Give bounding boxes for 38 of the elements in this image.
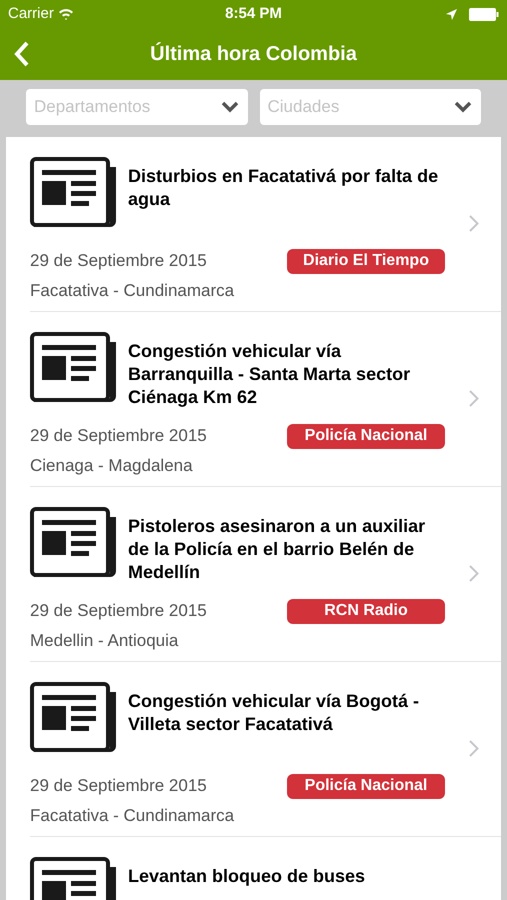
source-tag: RCN Radio bbox=[287, 598, 445, 624]
chevron-right-icon bbox=[469, 740, 479, 757]
newspaper-icon bbox=[30, 682, 118, 752]
wifi-icon bbox=[58, 8, 74, 20]
location-arrow-icon bbox=[446, 8, 457, 20]
news-date: 29 de Septiembre 2015 bbox=[30, 425, 207, 448]
dropdown-chevron-icon bbox=[220, 100, 240, 114]
newspaper-icon bbox=[30, 507, 118, 577]
news-title: Congestión vehicular vía Bogotá - Villeta sector Facatativá bbox=[128, 690, 420, 736]
dropdown-chevron-icon bbox=[453, 100, 473, 114]
screen-title: Última hora Colombia bbox=[150, 41, 357, 67]
news-date: 29 de Septiembre 2015 bbox=[30, 775, 207, 798]
source-tag: Policía Nacional bbox=[287, 424, 445, 448]
news-location: Medellin - Antioquia bbox=[30, 630, 180, 652]
news-location: Facatativa - Cundinamarca bbox=[30, 805, 236, 827]
chevron-right-icon bbox=[469, 390, 479, 407]
news-date: 29 de Septiembre 2015 bbox=[30, 250, 207, 272]
news-item[interactable]: Levantan bloqueo de buses bbox=[30, 837, 501, 900]
source-tag: Diario El Tiempo bbox=[287, 248, 445, 274]
news-location: Facatativa - Cundinamarca bbox=[30, 280, 236, 302]
news-title: Congestión vehicular vía Barranquilla - Santa Marta sector Ciénaga Km 62 bbox=[128, 340, 412, 409]
news-item[interactable]: Pistoleros asesinaron a un auxiliar de la Policía en el barrio Belén de Medellín 29 de Septiembre 2015 RCN Radio Medellin - Antioquia bbox=[30, 487, 501, 662]
news-item[interactable]: Congestión vehicular vía Barranquilla - Santa Marta sector Ciénaga Km 62 29 de Septiembre 2015 Policía Nacional Cienaga - Magdalena bbox=[30, 312, 501, 487]
carrier-label: Carrier bbox=[8, 4, 54, 24]
chevron-right-icon bbox=[469, 565, 479, 582]
news-item[interactable]: Congestión vehicular vía Bogotá - Villeta sector Facatativá 29 de Septiembre 2015 Policía Nacional Facatativa - Cundinamarca bbox=[30, 662, 501, 837]
chevron-right-icon bbox=[469, 215, 479, 232]
news-date: 29 de Septiembre 2015 bbox=[30, 600, 207, 622]
newspaper-icon bbox=[30, 157, 118, 227]
news-title: Levantan bloqueo de buses bbox=[128, 865, 366, 888]
news-title: Disturbios en Facatativá por falta de agua bbox=[128, 165, 440, 211]
news-title: Pistoleros asesinaron a un auxiliar de la Policía en el barrio Belén de Medellín bbox=[128, 515, 426, 584]
source-tag: Policía Nacional bbox=[287, 774, 445, 798]
status-time: 8:54 PM bbox=[225, 4, 282, 24]
news-location: Cienaga - Magdalena bbox=[30, 455, 194, 477]
news-item[interactable]: Disturbios en Facatativá por falta de agua 29 de Septiembre 2015 Diario El Tiempo Facatativa - Cundinamarca bbox=[30, 137, 501, 312]
battery-icon bbox=[469, 8, 499, 20]
newspaper-icon bbox=[30, 332, 118, 402]
